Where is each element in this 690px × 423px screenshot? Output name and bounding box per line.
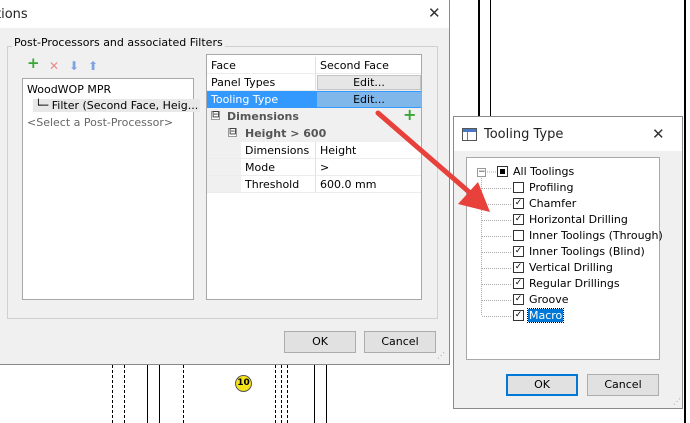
annotation-arrow [375, 110, 490, 212]
